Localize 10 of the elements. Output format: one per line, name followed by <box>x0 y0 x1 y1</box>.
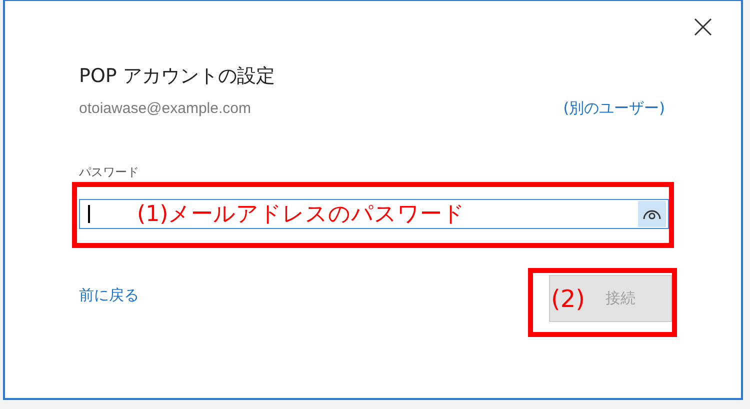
annotation-text: (1)メールアドレスのパスワード <box>137 204 466 226</box>
switch-user-link[interactable]: (別のユーザー) <box>563 99 665 118</box>
password-label: パスワード <box>79 164 140 181</box>
back-link[interactable]: 前に戻る <box>79 286 139 305</box>
password-field[interactable] <box>79 199 669 229</box>
annotation-text: (2) <box>551 287 585 311</box>
text-caret <box>88 205 90 223</box>
eye-icon[interactable] <box>638 201 666 227</box>
dialog-title: POP アカウントの設定 <box>79 64 276 89</box>
email-address: otoiawase@example.com <box>79 100 251 117</box>
